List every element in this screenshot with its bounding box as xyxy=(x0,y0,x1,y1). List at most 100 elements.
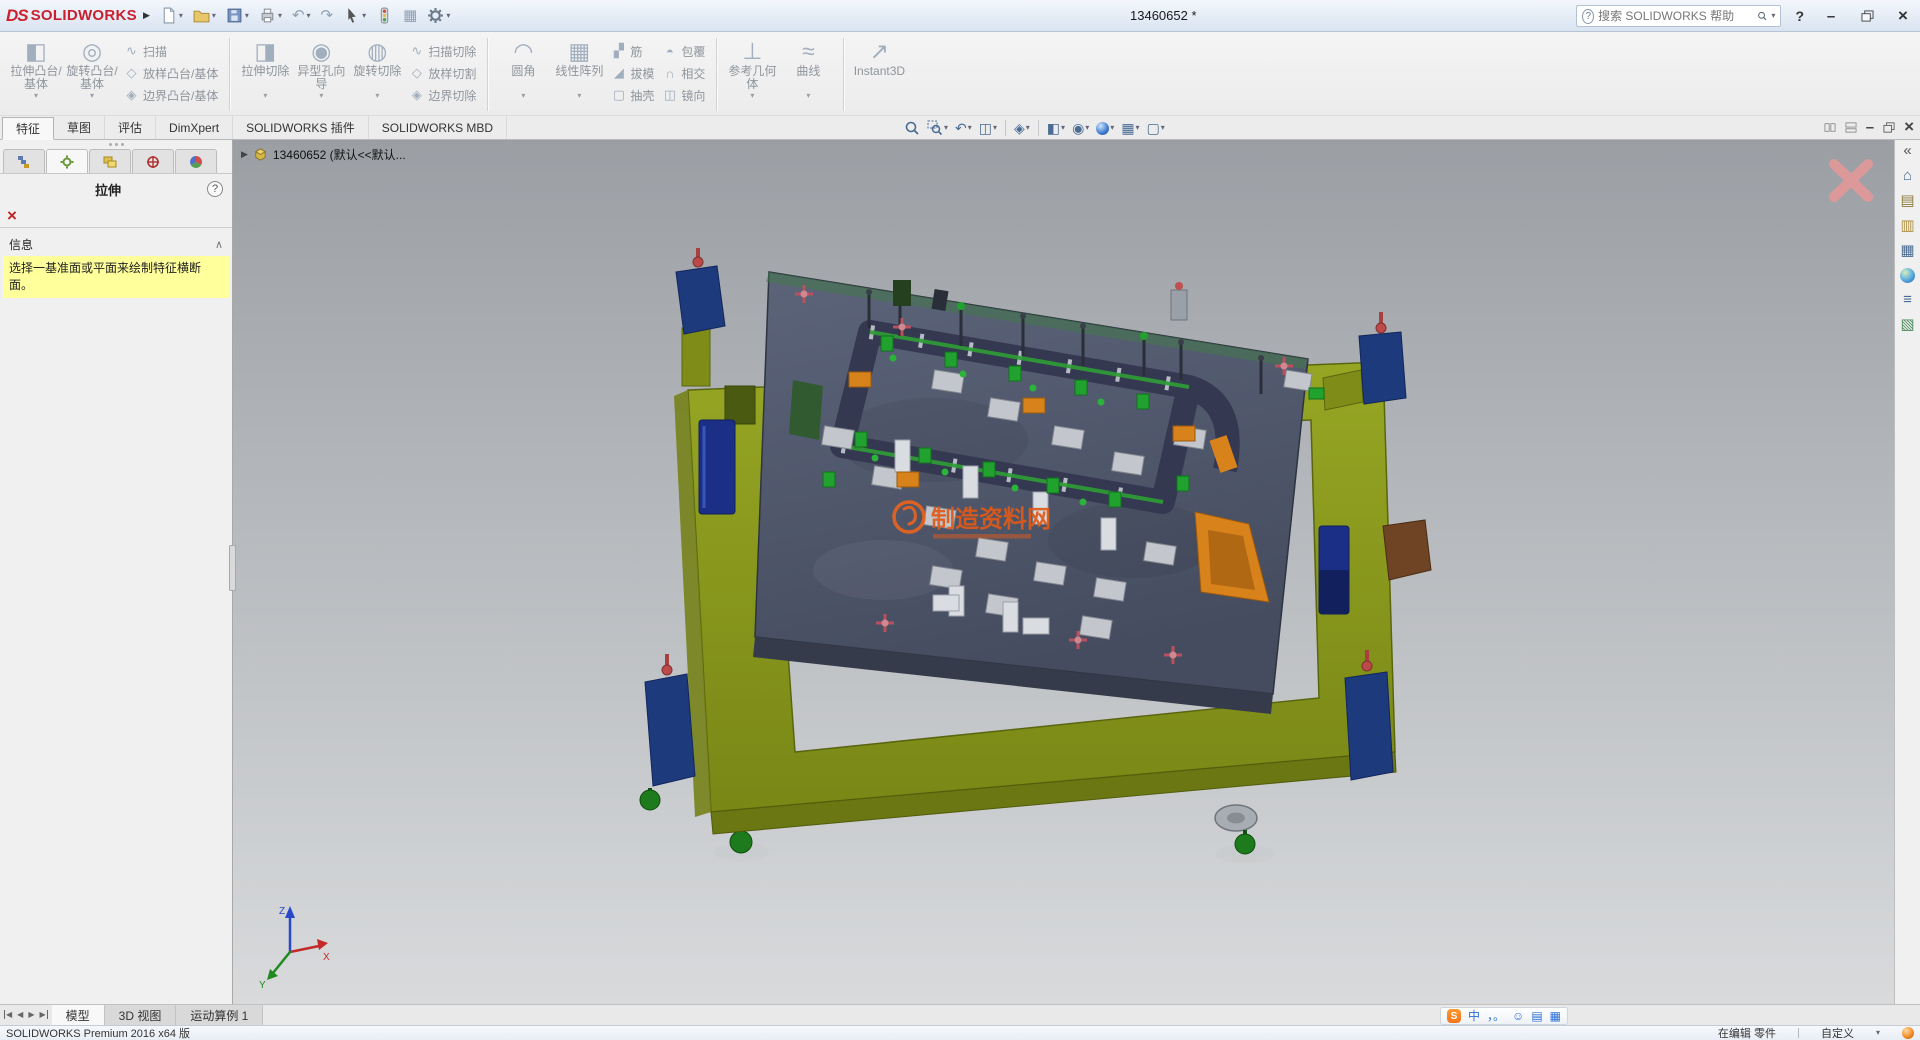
draft-button[interactable]: 拔模 xyxy=(607,63,658,83)
extruded-cut-button[interactable]: 拉伸切除 xyxy=(237,34,293,115)
ime-keyboard-icon[interactable] xyxy=(1531,1008,1542,1024)
dropdown-caret-icon[interactable] xyxy=(521,92,525,100)
linear-pattern-button[interactable]: 线性阵列 xyxy=(551,34,607,115)
wrap-button[interactable]: 包覆 xyxy=(658,41,709,61)
message-section-header[interactable]: 信息 xyxy=(0,232,232,256)
dropdown-caret-icon[interactable] xyxy=(212,12,216,20)
window-thumbnail-icon[interactable] xyxy=(1824,122,1836,133)
reference-geometry-button[interactable]: 参考几何体 xyxy=(724,34,780,115)
tab-3d-views[interactable]: 3D 视图 xyxy=(105,1005,177,1025)
nav-last-icon[interactable] xyxy=(39,1010,47,1020)
zoom-fit-button[interactable] xyxy=(902,120,922,136)
dropdown-caret-icon[interactable] xyxy=(1876,1029,1880,1037)
swept-cut-button[interactable]: 扫描切除 xyxy=(405,41,480,61)
display-style-button[interactable] xyxy=(1045,118,1067,138)
fillet-button[interactable]: 圆角 xyxy=(495,34,551,115)
nav-next-icon[interactable] xyxy=(28,1010,34,1020)
apply-scene-button[interactable] xyxy=(1119,118,1141,138)
dropdown-caret-icon[interactable] xyxy=(1085,124,1089,132)
dropdown-caret-icon[interactable] xyxy=(362,12,366,20)
tab-mbd[interactable]: SOLIDWORKS MBD xyxy=(369,116,507,139)
cancel-button[interactable] xyxy=(7,207,17,224)
graphics-viewport[interactable]: 制造资料网 Z X Y xyxy=(233,140,1894,1004)
dropdown-caret-icon[interactable] xyxy=(968,124,972,132)
dropdown-caret-icon[interactable] xyxy=(307,12,311,20)
view-settings-button[interactable] xyxy=(1145,118,1167,138)
dropdown-caret-icon[interactable] xyxy=(1771,12,1775,20)
search-icon[interactable] xyxy=(1757,9,1767,23)
revolved-cut-button[interactable]: 旋转切除 xyxy=(349,34,405,115)
dropdown-caret-icon[interactable] xyxy=(90,92,94,100)
search-input[interactable] xyxy=(1598,9,1753,23)
print-button[interactable] xyxy=(257,5,284,26)
tab-sketch[interactable]: 草图 xyxy=(54,116,105,139)
dropdown-caret-icon[interactable] xyxy=(1161,124,1165,132)
view-orientation-button[interactable] xyxy=(1012,118,1032,138)
restore-button[interactable] xyxy=(1854,6,1880,26)
restore-document-button[interactable] xyxy=(1883,122,1895,133)
dropdown-caret-icon[interactable] xyxy=(1026,124,1030,132)
shell-button[interactable]: 抽壳 xyxy=(607,85,658,105)
feature-manager-tab[interactable] xyxy=(3,149,45,173)
tab-motion-study[interactable]: 运动算例 1 xyxy=(176,1005,263,1025)
dropdown-caret-icon[interactable] xyxy=(944,124,948,132)
lofted-boss-button[interactable]: 放样凸台/基体 xyxy=(120,63,222,83)
swept-boss-button[interactable]: 扫描 xyxy=(120,41,222,61)
help-button[interactable]: ? xyxy=(1791,8,1808,24)
window-thumbnail-icon[interactable] xyxy=(1845,122,1857,133)
search-scope-icon[interactable] xyxy=(1582,9,1594,24)
zoom-area-button[interactable] xyxy=(925,120,950,136)
view-palette-icon[interactable] xyxy=(1900,243,1914,259)
file-explorer-icon[interactable] xyxy=(1900,218,1914,234)
dropdown-caret-icon[interactable] xyxy=(577,92,581,100)
lofted-cut-button[interactable]: 放样切割 xyxy=(405,63,480,83)
collapse-chevron-icon[interactable] xyxy=(215,238,223,251)
mirror-button[interactable]: 镜向 xyxy=(658,85,709,105)
revolved-boss-button[interactable]: 旋转凸台/基体 xyxy=(64,34,120,115)
sogou-logo[interactable]: S xyxy=(1447,1009,1461,1023)
web-help-icon[interactable] xyxy=(1902,1027,1914,1039)
tab-model[interactable]: 模型 xyxy=(52,1005,105,1025)
minimize-button[interactable] xyxy=(1818,6,1844,26)
file-properties-button[interactable] xyxy=(401,5,419,26)
extruded-boss-button[interactable]: 拉伸凸台/基体 xyxy=(8,34,64,115)
configuration-manager-tab[interactable] xyxy=(89,149,131,173)
hide-show-items-button[interactable] xyxy=(1070,118,1091,138)
ime-punctuation-button[interactable]: ，。 xyxy=(1487,1008,1505,1024)
dimxpert-manager-tab[interactable] xyxy=(132,149,174,173)
tab-features[interactable]: 特征 xyxy=(2,117,54,140)
display-manager-tab[interactable] xyxy=(175,149,217,173)
taskpane-collapse-icon[interactable] xyxy=(1903,143,1911,159)
dropdown-caret-icon[interactable] xyxy=(1136,124,1140,132)
boundary-boss-button[interactable]: 边界凸台/基体 xyxy=(120,85,222,105)
select-button[interactable] xyxy=(341,5,368,26)
feature-tree-flyout[interactable]: 13460652 (默认<<默认... xyxy=(241,146,406,163)
close-button[interactable] xyxy=(1890,6,1916,26)
dropdown-caret-icon[interactable] xyxy=(750,92,754,100)
tab-dimxpert[interactable]: DimXpert xyxy=(156,116,233,139)
appearances-icon[interactable] xyxy=(1900,268,1915,283)
minimize-document-button[interactable] xyxy=(1866,120,1874,136)
ime-emoji-icon[interactable] xyxy=(1512,1008,1524,1024)
dropdown-caret-icon[interactable] xyxy=(245,12,249,20)
boundary-cut-button[interactable]: 边界切除 xyxy=(405,85,480,105)
nav-prev-icon[interactable] xyxy=(17,1010,23,1020)
ime-toolbox-icon[interactable] xyxy=(1550,1008,1561,1024)
dropdown-caret-icon[interactable] xyxy=(278,12,282,20)
edit-appearance-button[interactable] xyxy=(1094,122,1116,135)
open-document-button[interactable] xyxy=(191,5,218,26)
expand-tree-icon[interactable] xyxy=(241,149,248,160)
model-3d-view[interactable]: 制造资料网 Z X Y xyxy=(233,140,1894,1004)
home-icon[interactable] xyxy=(1903,168,1912,184)
dropdown-caret-icon[interactable] xyxy=(993,124,997,132)
dropdown-caret-icon[interactable] xyxy=(375,92,379,100)
dropdown-caret-icon[interactable] xyxy=(319,92,323,100)
hole-wizard-button[interactable]: 异型孔向导 xyxy=(293,34,349,115)
panel-resize-grip[interactable] xyxy=(0,140,232,148)
dropdown-caret-icon[interactable] xyxy=(806,92,810,100)
new-document-button[interactable] xyxy=(158,5,185,26)
close-document-button[interactable] xyxy=(1904,119,1914,136)
tab-addins[interactable]: SOLIDWORKS 插件 xyxy=(233,116,369,139)
dropdown-caret-icon[interactable] xyxy=(1110,124,1114,132)
panel-splitter-handle[interactable] xyxy=(229,545,236,591)
